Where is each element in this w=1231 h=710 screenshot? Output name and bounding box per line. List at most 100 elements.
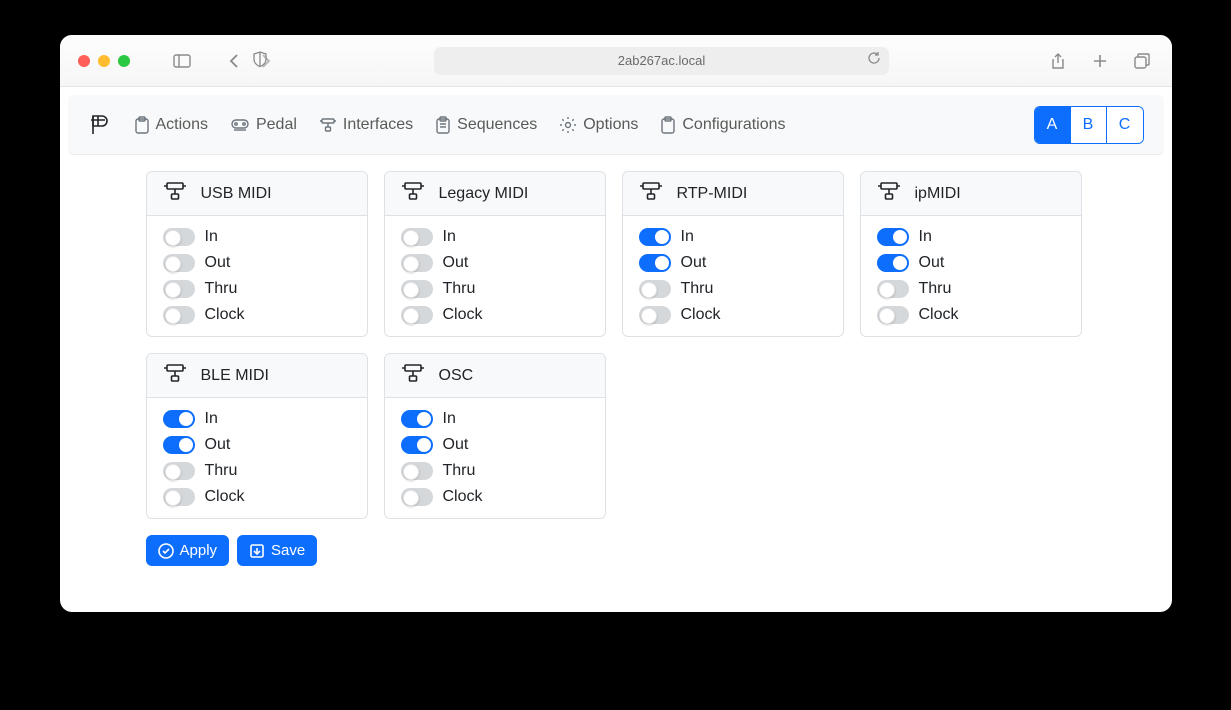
browser-window: 2ab267ac.local Actions Pedal Interfaces Seq…: [60, 35, 1172, 612]
nav-interfaces[interactable]: Interfaces: [319, 116, 413, 134]
nav-configurations[interactable]: Configurations: [660, 116, 785, 134]
toggle-label: Thru: [681, 280, 714, 298]
interface-icon: [401, 364, 425, 387]
thru-toggle[interactable]: [163, 462, 195, 480]
thru-toggle[interactable]: [163, 280, 195, 298]
back-button[interactable]: [222, 49, 246, 73]
interface-card: RTP-MIDIInOutThruClock: [622, 171, 844, 337]
interface-card: OSCInOutThruClock: [384, 353, 606, 519]
clock-toggle[interactable]: [401, 306, 433, 324]
toggle-row-out: Out: [163, 436, 351, 454]
in-toggle[interactable]: [877, 228, 909, 246]
close-window-button[interactable]: [78, 55, 90, 67]
window-controls: [78, 55, 130, 67]
toggle-row-in: In: [163, 410, 351, 428]
nav-label: Actions: [156, 116, 208, 134]
card-body: InOutThruClock: [385, 398, 605, 518]
toggle-row-in: In: [401, 410, 589, 428]
clock-toggle[interactable]: [163, 488, 195, 506]
interface-icon: [639, 182, 663, 205]
reload-icon[interactable]: [867, 51, 881, 70]
save-button-label: Save: [271, 542, 305, 559]
out-toggle[interactable]: [163, 254, 195, 272]
toggle-row-thru: Thru: [163, 462, 351, 480]
thru-toggle[interactable]: [877, 280, 909, 298]
card-title: Legacy MIDI: [439, 185, 529, 203]
thru-toggle[interactable]: [639, 280, 671, 298]
card-header: ipMIDI: [861, 172, 1081, 216]
in-toggle[interactable]: [163, 410, 195, 428]
card-body: InOutThruClock: [385, 216, 605, 336]
toggle-label: Out: [205, 436, 231, 454]
toggle-label: Thru: [919, 280, 952, 298]
card-body: InOutThruClock: [861, 216, 1081, 336]
nav-options[interactable]: Options: [559, 116, 638, 134]
toggle-row-clock: Clock: [639, 306, 827, 324]
out-toggle[interactable]: [401, 436, 433, 454]
clock-toggle[interactable]: [639, 306, 671, 324]
toggle-label: Clock: [443, 306, 483, 324]
in-toggle[interactable]: [401, 410, 433, 428]
toggle-label: In: [443, 228, 456, 246]
thru-toggle[interactable]: [401, 280, 433, 298]
privacy-shield-icon[interactable]: [248, 47, 272, 71]
in-toggle[interactable]: [163, 228, 195, 246]
toggle-row-out: Out: [877, 254, 1065, 272]
toggle-label: Thru: [443, 462, 476, 480]
toggle-label: In: [205, 228, 218, 246]
minimize-window-button[interactable]: [98, 55, 110, 67]
card-header: Legacy MIDI: [385, 172, 605, 216]
toggle-label: Out: [681, 254, 707, 272]
toggle-label: Thru: [205, 462, 238, 480]
interface-icon: [401, 182, 425, 205]
toggle-label: In: [205, 410, 218, 428]
out-toggle[interactable]: [639, 254, 671, 272]
in-toggle[interactable]: [401, 228, 433, 246]
card-header: RTP-MIDI: [623, 172, 843, 216]
profile-selector: ABC: [1034, 106, 1144, 144]
toggle-row-out: Out: [639, 254, 827, 272]
nav-sequences[interactable]: Sequences: [435, 116, 537, 134]
clock-toggle[interactable]: [401, 488, 433, 506]
apply-button[interactable]: Apply: [146, 535, 230, 566]
clock-toggle[interactable]: [163, 306, 195, 324]
profile-a[interactable]: A: [1035, 107, 1071, 143]
toggle-row-in: In: [163, 228, 351, 246]
in-toggle[interactable]: [639, 228, 671, 246]
nav-pedal[interactable]: Pedal: [230, 116, 297, 134]
toggle-label: Out: [443, 254, 469, 272]
brand-logo[interactable]: [88, 113, 112, 137]
maximize-window-button[interactable]: [118, 55, 130, 67]
out-toggle[interactable]: [163, 436, 195, 454]
out-toggle[interactable]: [401, 254, 433, 272]
toggle-row-clock: Clock: [163, 488, 351, 506]
out-toggle[interactable]: [877, 254, 909, 272]
interface-card: BLE MIDI In Out Thru Clock: [146, 353, 368, 519]
address-bar[interactable]: 2ab267ac.local: [434, 47, 889, 75]
profile-b[interactable]: B: [1071, 107, 1107, 143]
toggle-label: Thru: [205, 280, 238, 298]
titlebar: 2ab267ac.local: [60, 35, 1172, 87]
card-header: OSC: [385, 354, 605, 398]
toggle-label: Clock: [205, 488, 245, 506]
nav-label: Pedal: [256, 116, 297, 134]
card-body: In Out Thru Clock: [147, 398, 367, 518]
share-button[interactable]: [1046, 49, 1070, 73]
toggle-row-thru: Thru: [639, 280, 827, 298]
tab-overview-button[interactable]: [1130, 49, 1154, 73]
nav-actions[interactable]: Actions: [134, 116, 208, 134]
clock-toggle[interactable]: [877, 306, 909, 324]
toggle-row-thru: Thru: [401, 462, 589, 480]
card-title: BLE MIDI: [201, 367, 269, 385]
card-title: ipMIDI: [915, 185, 961, 203]
save-button[interactable]: Save: [237, 535, 317, 566]
card-title: USB MIDI: [201, 185, 272, 203]
thru-toggle[interactable]: [401, 462, 433, 480]
nav-label: Configurations: [682, 116, 785, 134]
toggle-row-in: In: [401, 228, 589, 246]
profile-c[interactable]: C: [1107, 107, 1143, 143]
new-tab-button[interactable]: [1088, 49, 1112, 73]
toggle-label: In: [443, 410, 456, 428]
sidebar-toggle-button[interactable]: [170, 49, 194, 73]
interface-card: Legacy MIDIInOutThruClock: [384, 171, 606, 337]
